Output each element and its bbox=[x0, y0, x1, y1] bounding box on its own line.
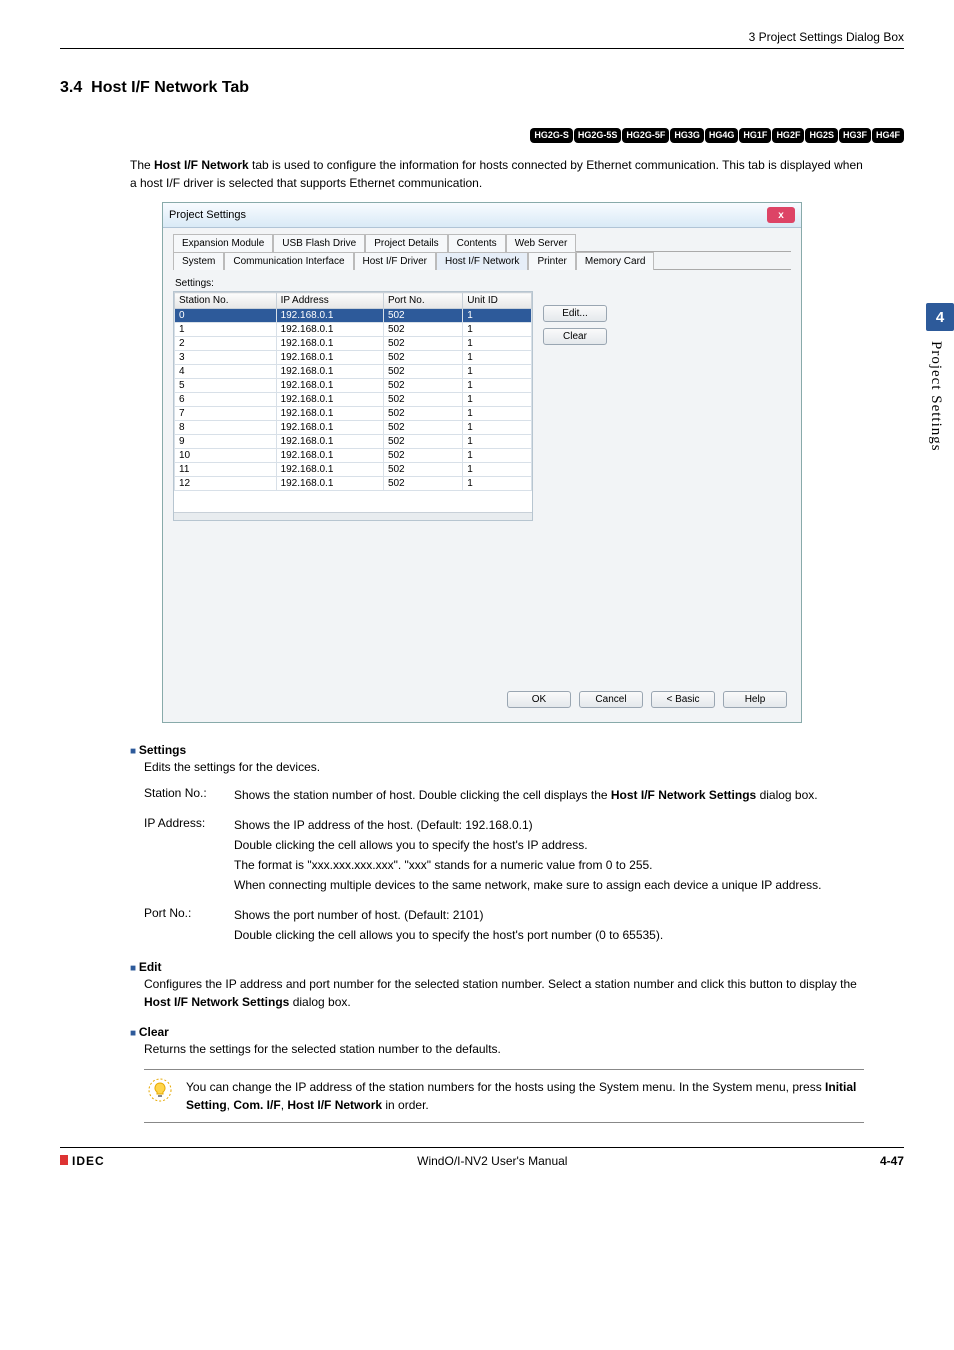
table-row[interactable]: 8192.168.0.15021 bbox=[175, 421, 532, 435]
section-heading: Host I/F Network Tab bbox=[91, 79, 249, 96]
manual-title: WindO/I-NV2 User's Manual bbox=[417, 1154, 567, 1168]
basic-button[interactable]: < Basic bbox=[651, 691, 715, 708]
page-header: 3 Project Settings Dialog Box bbox=[60, 30, 904, 49]
clear-desc: Returns the settings for the selected st… bbox=[144, 1041, 864, 1058]
def-station-term: Station No.: bbox=[144, 786, 234, 806]
dialog-footer: OK Cancel < Basic Help bbox=[173, 681, 791, 712]
table-row[interactable]: 4192.168.0.15021 bbox=[175, 365, 532, 379]
chapter-label: Project Settings bbox=[927, 341, 944, 452]
definitions: Station No.: Shows the station number of… bbox=[144, 786, 864, 946]
model-badge: HG3F bbox=[839, 128, 871, 143]
table-row[interactable]: 9192.168.0.15021 bbox=[175, 435, 532, 449]
intro-text: The Host I/F Network tab is used to conf… bbox=[130, 157, 864, 192]
section-number: 3.4 bbox=[60, 79, 82, 96]
tab-project-details[interactable]: Project Details bbox=[365, 234, 447, 252]
close-icon[interactable]: x bbox=[767, 207, 795, 223]
table-row[interactable]: 10192.168.0.15021 bbox=[175, 449, 532, 463]
side-tab: 4 Project Settings bbox=[918, 303, 954, 503]
tab-row-upper: Expansion ModuleUSB Flash DriveProject D… bbox=[173, 234, 791, 252]
tab-expansion-module[interactable]: Expansion Module bbox=[173, 234, 273, 252]
table-row[interactable]: 5192.168.0.15021 bbox=[175, 379, 532, 393]
table-row[interactable]: 1192.168.0.15021 bbox=[175, 323, 532, 337]
table-row[interactable]: 7192.168.0.15021 bbox=[175, 407, 532, 421]
clear-button[interactable]: Clear bbox=[543, 328, 607, 345]
tab-web-server[interactable]: Web Server bbox=[506, 234, 577, 252]
model-badge: HG4F bbox=[872, 128, 904, 143]
table-row[interactable]: 2192.168.0.15021 bbox=[175, 337, 532, 351]
settings-label: Settings: bbox=[175, 278, 791, 289]
table-row[interactable]: 11192.168.0.15021 bbox=[175, 463, 532, 477]
model-badges: HG2G-SHG2G-5SHG2G-5FHG3GHG4GHG1FHG2FHG2S… bbox=[60, 127, 904, 143]
model-badge: HG2G-5S bbox=[574, 128, 622, 143]
settings-desc: Edits the settings for the devices. bbox=[144, 759, 864, 776]
model-badge: HG2G-5F bbox=[622, 128, 669, 143]
def-port-term: Port No.: bbox=[144, 906, 234, 946]
tab-printer[interactable]: Printer bbox=[528, 252, 575, 270]
tip-text: You can change the IP address of the sta… bbox=[186, 1078, 860, 1114]
tab-contents[interactable]: Contents bbox=[448, 234, 506, 252]
chapter-number: 4 bbox=[926, 303, 954, 331]
def-port-body: Shows the port number of host. (Default:… bbox=[234, 906, 864, 946]
tab-system[interactable]: System bbox=[173, 252, 224, 270]
table-row[interactable]: 6192.168.0.15021 bbox=[175, 393, 532, 407]
model-badge: HG3G bbox=[670, 128, 704, 143]
column-header[interactable]: IP Address bbox=[276, 293, 383, 309]
edit-heading: Edit bbox=[130, 960, 864, 974]
def-ip-term: IP Address: bbox=[144, 816, 234, 896]
page-footer: IDEC WindO/I-NV2 User's Manual 4-47 bbox=[60, 1147, 904, 1168]
tip-box: You can change the IP address of the sta… bbox=[144, 1069, 864, 1123]
edit-desc: Configures the IP address and port numbe… bbox=[144, 976, 864, 1011]
model-badge: HG2S bbox=[805, 128, 838, 143]
clear-heading: Clear bbox=[130, 1025, 864, 1039]
tab-communication-interface[interactable]: Communication Interface bbox=[224, 252, 353, 270]
table-row[interactable]: 0192.168.0.15021 bbox=[175, 309, 532, 323]
table-row[interactable]: 3192.168.0.15021 bbox=[175, 351, 532, 365]
table-row[interactable]: 12192.168.0.15021 bbox=[175, 477, 532, 491]
column-header[interactable]: Unit ID bbox=[463, 293, 532, 309]
tab-host-i-f-driver[interactable]: Host I/F Driver bbox=[354, 252, 436, 270]
help-button[interactable]: Help bbox=[723, 691, 787, 708]
model-badge: HG2G-S bbox=[530, 128, 573, 143]
model-badge: HG1F bbox=[739, 128, 771, 143]
dialog-titlebar: Project Settings x bbox=[163, 203, 801, 228]
settings-grid[interactable]: Station No.IP AddressPort No.Unit ID0192… bbox=[173, 291, 533, 521]
cancel-button[interactable]: Cancel bbox=[579, 691, 643, 708]
page-number: 4-47 bbox=[880, 1154, 904, 1168]
brand-logo: IDEC bbox=[60, 1154, 105, 1168]
project-settings-dialog: Project Settings x Expansion ModuleUSB F… bbox=[162, 202, 802, 723]
section-title: 3.4 Host I/F Network Tab bbox=[60, 79, 904, 97]
ok-button[interactable]: OK bbox=[507, 691, 571, 708]
settings-heading: Settings bbox=[130, 743, 864, 757]
def-station-body: Shows the station number of host. Double… bbox=[234, 786, 864, 806]
column-header[interactable]: Port No. bbox=[383, 293, 462, 309]
dialog-title: Project Settings bbox=[169, 209, 246, 221]
tab-memory-card[interactable]: Memory Card bbox=[576, 252, 655, 270]
tab-usb-flash-drive[interactable]: USB Flash Drive bbox=[273, 234, 365, 252]
horizontal-scrollbar[interactable] bbox=[174, 512, 532, 520]
edit-button[interactable]: Edit... bbox=[543, 305, 607, 322]
tab-row-lower: SystemCommunication InterfaceHost I/F Dr… bbox=[173, 252, 791, 270]
def-ip-body: Shows the IP address of the host. (Defau… bbox=[234, 816, 864, 896]
model-badge: HG4G bbox=[705, 128, 739, 143]
tab-host-i-f-network[interactable]: Host I/F Network bbox=[436, 252, 528, 270]
model-badge: HG2F bbox=[772, 128, 804, 143]
column-header[interactable]: Station No. bbox=[175, 293, 277, 309]
lightbulb-icon bbox=[148, 1078, 172, 1102]
